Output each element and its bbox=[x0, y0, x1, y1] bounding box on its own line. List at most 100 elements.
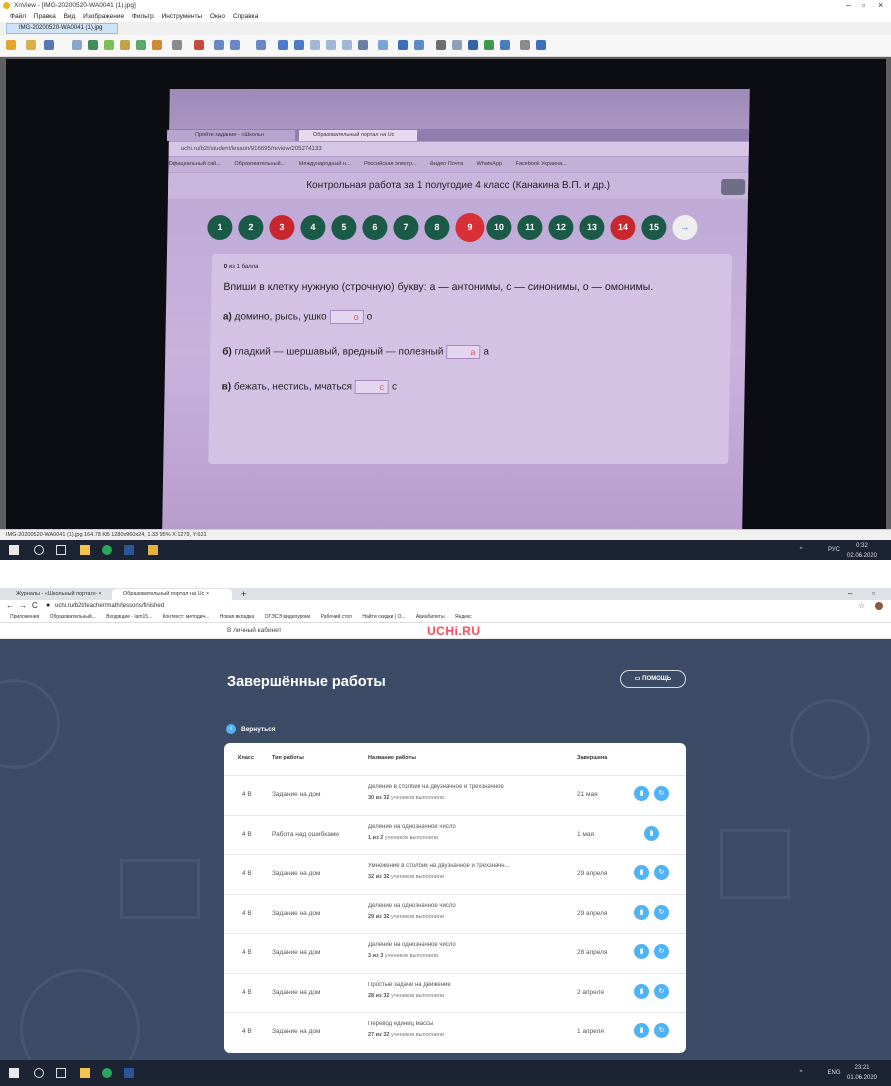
table-row[interactable]: 4 В Задание на дом Умножение в столбик на … bbox=[224, 854, 686, 891]
table-row[interactable]: 4 В Работа над ошибками Деление на однозна… bbox=[224, 814, 686, 852]
back-icon[interactable]: ← bbox=[6, 600, 14, 612]
menu-view[interactable]: Вид bbox=[64, 13, 76, 20]
slideshow-icon[interactable] bbox=[104, 40, 114, 50]
close-icon[interactable]: × bbox=[878, 0, 883, 11]
options-icon[interactable] bbox=[172, 40, 182, 50]
bookmark-item[interactable]: Контекст: методич... bbox=[163, 614, 210, 620]
menu-filter[interactable]: Фильтр bbox=[132, 13, 154, 20]
tray-lang[interactable]: РУС bbox=[825, 540, 843, 560]
first-icon[interactable] bbox=[310, 40, 320, 50]
repeat-button[interactable]: ↻ bbox=[654, 1023, 669, 1038]
stats-button[interactable]: ▮ bbox=[634, 865, 649, 880]
minimize-icon[interactable]: – bbox=[846, 0, 851, 11]
next-icon[interactable] bbox=[294, 40, 304, 50]
back-button[interactable]: ‹ Вернуться bbox=[226, 724, 276, 735]
adjust-icon[interactable] bbox=[378, 40, 388, 50]
tools-icon[interactable] bbox=[152, 40, 162, 50]
stats-button[interactable]: ▮ bbox=[634, 786, 649, 801]
menu-image[interactable]: Изображение bbox=[83, 13, 124, 20]
repeat-button[interactable]: ↻ bbox=[654, 904, 669, 920]
reload-icon[interactable]: C bbox=[32, 600, 38, 612]
cell-work-name[interactable]: Простые задачи на движение bbox=[368, 982, 538, 988]
cell-work-name[interactable]: Перевод единиц массы bbox=[368, 1021, 538, 1027]
repeat-button[interactable]: ↻ bbox=[654, 786, 669, 801]
print-preview-icon[interactable] bbox=[452, 40, 462, 50]
new-tab-icon[interactable]: + bbox=[241, 588, 246, 600]
table-row[interactable]: 4 В Задание на дом Простые задачи на движе… bbox=[224, 972, 686, 1010]
save-icon[interactable] bbox=[44, 40, 54, 50]
bookmark-item[interactable]: Образовательный... bbox=[50, 614, 96, 620]
zoom-fit-icon[interactable] bbox=[256, 40, 266, 50]
capture-icon[interactable] bbox=[398, 40, 408, 50]
bookmark-item[interactable]: Входящие - lam15... bbox=[106, 614, 152, 620]
zoom-out-icon[interactable] bbox=[230, 40, 240, 50]
settings-icon[interactable] bbox=[520, 40, 530, 50]
compare-icon[interactable] bbox=[120, 40, 130, 50]
bookmark-item[interactable]: Найти скидки | О... bbox=[362, 614, 405, 620]
stats-button[interactable]: ▮ bbox=[634, 1023, 649, 1038]
bookmark-apps[interactable]: Приложения bbox=[10, 614, 39, 620]
xnview-document-tab[interactable]: IMG-20200520-WA0041 (1).jpg bbox=[6, 23, 118, 34]
task-view-icon[interactable] bbox=[56, 1068, 66, 1078]
stats-button[interactable]: ▮ bbox=[634, 904, 649, 920]
help-button[interactable]: ▭ ПОМОЩЬ bbox=[620, 670, 686, 688]
bookmark-item[interactable]: Новая вкладка bbox=[220, 614, 254, 620]
cell-work-name[interactable]: Деление на однозначное число bbox=[368, 824, 538, 830]
crop-icon[interactable] bbox=[358, 40, 368, 50]
repeat-button[interactable]: ↻ bbox=[654, 983, 669, 999]
screen-icon[interactable] bbox=[500, 40, 510, 50]
repeat-button[interactable]: ↻ bbox=[654, 944, 669, 959]
about-icon[interactable] bbox=[536, 40, 546, 50]
zoom-in-icon[interactable] bbox=[214, 40, 224, 50]
chrome-icon[interactable] bbox=[102, 545, 112, 555]
bookmark-item[interactable]: ОГЭСЭ видеоуроки bbox=[265, 614, 311, 620]
chrome-tab-journals[interactable]: Журналы - «Школьный портал» × bbox=[6, 589, 112, 600]
fullscreen-icon[interactable] bbox=[88, 40, 98, 50]
repeat-button[interactable]: ↻ bbox=[654, 865, 669, 880]
url-input[interactable]: uchi.ru/b2t/teacher/math/lessons/finishe… bbox=[55, 600, 164, 612]
last-icon[interactable] bbox=[326, 40, 336, 50]
forward-icon[interactable]: → bbox=[19, 600, 27, 612]
cell-work-name[interactable]: Деление на однозначное число bbox=[368, 903, 538, 909]
cell-work-name[interactable]: Деление на однозначное число bbox=[368, 942, 538, 948]
table-row[interactable]: 4 В Задание на дом Перевод единиц массы 27 … bbox=[224, 1012, 686, 1049]
rotate-icon[interactable] bbox=[342, 40, 352, 50]
windows-start-icon[interactable] bbox=[9, 545, 19, 555]
task-view-icon[interactable] bbox=[56, 545, 66, 555]
previous-icon[interactable] bbox=[278, 40, 288, 50]
table-row[interactable]: 4 В Задание на дом Деление на однозначное … bbox=[224, 893, 686, 931]
windows-start-icon[interactable] bbox=[9, 1068, 19, 1078]
menu-file[interactable]: Файл bbox=[10, 13, 26, 20]
convert-icon[interactable] bbox=[136, 40, 146, 50]
stats-button[interactable]: ▮ bbox=[644, 825, 659, 841]
word-icon[interactable] bbox=[124, 1068, 134, 1078]
stats-button[interactable]: ▮ bbox=[634, 944, 649, 959]
explorer-icon[interactable] bbox=[80, 1068, 90, 1078]
cabinet-link[interactable]: В личный кабинет bbox=[227, 627, 282, 634]
chrome-tab-uchi[interactable]: Образовательный портал на Uc × bbox=[112, 589, 232, 600]
menu-edit[interactable]: Правка bbox=[34, 13, 56, 20]
wallpaper-icon[interactable] bbox=[484, 40, 494, 50]
table-row[interactable]: 4 В Задание на дом Деление в столбик на дв… bbox=[224, 775, 686, 812]
chrome-icon[interactable] bbox=[102, 1068, 112, 1078]
menu-help[interactable]: Справка bbox=[233, 13, 259, 20]
bookmark-item[interactable]: Авиабилеты bbox=[416, 614, 445, 620]
stats-button[interactable]: ▮ bbox=[634, 983, 649, 999]
explorer-icon[interactable] bbox=[80, 545, 90, 555]
table-row[interactable]: 4 В Задание на дом Деление на однозначное … bbox=[224, 933, 686, 970]
bookmark-item[interactable]: Рабочий стол bbox=[321, 614, 352, 620]
tray-lang[interactable]: ENG bbox=[825, 1060, 843, 1080]
uchi-logo[interactable]: UCHi.RU bbox=[427, 624, 481, 638]
search-icon[interactable] bbox=[34, 545, 44, 555]
bookmark-item[interactable]: Яндекс bbox=[455, 614, 472, 620]
search-icon[interactable] bbox=[34, 1068, 44, 1078]
binoculars-icon[interactable] bbox=[436, 40, 446, 50]
batch-icon[interactable] bbox=[414, 40, 424, 50]
minimize-icon[interactable]: – bbox=[848, 588, 852, 600]
browse-icon[interactable] bbox=[6, 40, 16, 50]
menu-window[interactable]: Окно bbox=[210, 13, 225, 20]
cell-work-name[interactable]: Умножение в столбик на двузначное и трёх… bbox=[368, 863, 538, 869]
open-folder-icon[interactable] bbox=[26, 40, 36, 50]
webpage-icon[interactable] bbox=[468, 40, 478, 50]
menu-tools[interactable]: Инструменты bbox=[162, 13, 203, 20]
